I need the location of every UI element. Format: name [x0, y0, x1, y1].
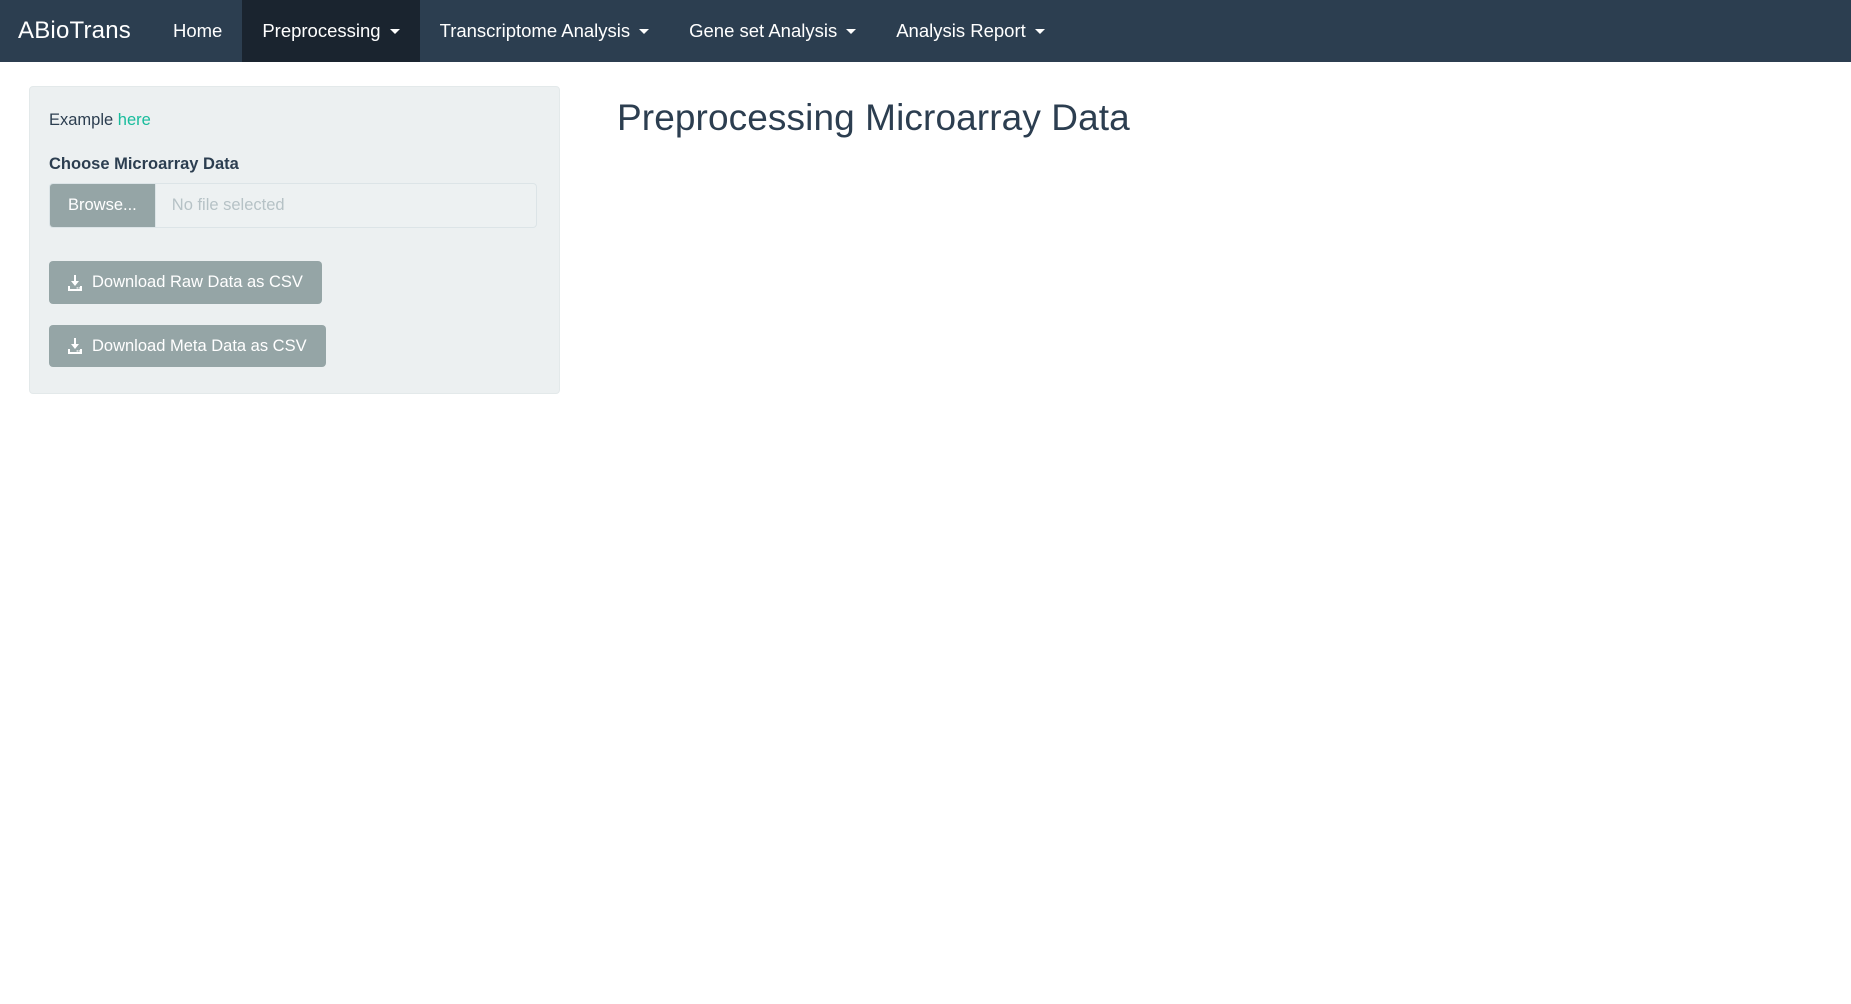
browse-button[interactable]: Browse...: [50, 184, 156, 228]
navbar-brand[interactable]: ABioTrans: [0, 0, 153, 62]
nav-item-home[interactable]: Home: [153, 0, 242, 62]
download-raw-data-button[interactable]: Download Raw Data as CSV: [49, 261, 322, 304]
sidebar-panel: Example here Choose Microarray Data Brow…: [29, 86, 560, 395]
navbar-brand-label: ABioTrans: [18, 17, 131, 44]
download-meta-data-label: Download Meta Data as CSV: [92, 336, 307, 355]
nav-item-transcriptome-analysis[interactable]: Transcriptome Analysis: [420, 0, 670, 62]
download-icon: [68, 274, 82, 291]
nav-item-home-label: Home: [172, 19, 223, 41]
main-navbar: ABioTrans Home Preprocessing Transcripto…: [0, 0, 1851, 62]
microarray-file-input[interactable]: Browse... No file selected: [49, 183, 537, 229]
example-line: Example here: [49, 110, 537, 131]
file-name-display: No file selected: [171, 196, 285, 215]
nav-item-analysis-report-label: Analysis Report: [896, 19, 1026, 41]
chevron-down-icon: [1034, 28, 1045, 34]
chevron-down-icon: [639, 28, 650, 34]
chevron-down-icon: [846, 28, 857, 34]
nav-item-gene-set-analysis[interactable]: Gene set Analysis: [669, 0, 876, 62]
chevron-down-icon: [389, 28, 400, 34]
nav-item-analysis-report[interactable]: Analysis Report: [876, 0, 1065, 62]
download-meta-data-button[interactable]: Download Meta Data as CSV: [49, 324, 326, 368]
nav-item-gene-set-analysis-label: Gene set Analysis: [689, 19, 838, 41]
choose-microarray-data-label: Choose Microarray Data: [49, 155, 239, 174]
download-icon: [68, 338, 82, 355]
sidebar-column: Example here Choose Microarray Data Brow…: [0, 86, 578, 395]
main-column: Preprocessing Microarray Data: [578, 86, 1851, 140]
nav-item-transcriptome-analysis-label: Transcriptome Analysis: [439, 19, 631, 41]
download-buttons-group: Download Raw Data as CSV Download Meta D…: [49, 261, 537, 368]
page-body: Example here Choose Microarray Data Brow…: [0, 62, 1851, 395]
nav-item-preprocessing[interactable]: Preprocessing: [242, 0, 420, 62]
example-here-link[interactable]: here: [118, 111, 151, 129]
example-text: Example: [49, 111, 114, 129]
download-raw-data-label: Download Raw Data as CSV: [92, 273, 303, 292]
nav-item-preprocessing-label: Preprocessing: [262, 19, 381, 41]
page-title: Preprocessing Microarray Data: [617, 97, 1130, 138]
